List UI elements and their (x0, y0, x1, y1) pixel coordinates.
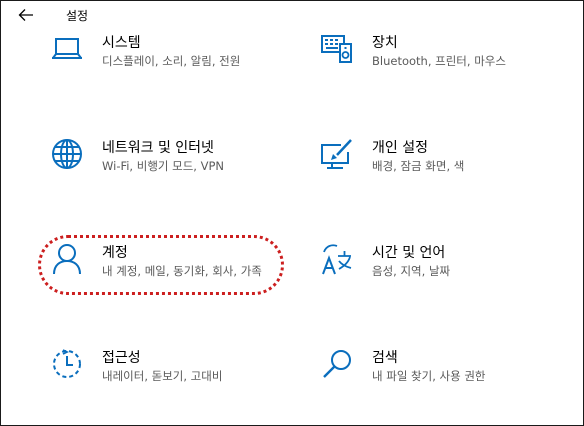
tile-description: 내 계정, 메일, 동기화, 회사, 가족 (102, 264, 262, 278)
tile-accounts[interactable]: 계정 내 계정, 메일, 동기화, 회사, 가족 (50, 242, 300, 312)
tile-name: 접근성 (102, 350, 141, 366)
tile-description: Bluetooth, 프린터, 마우스 (372, 54, 506, 68)
time-language-icon (320, 242, 354, 276)
tile-accessibility[interactable]: 접근성 내레이터, 돋보기, 고대비 (50, 347, 300, 417)
tile-name: 계정 (102, 245, 128, 261)
tile-devices[interactable]: 장치 Bluetooth, 프린터, 마우스 (320, 32, 570, 102)
tile-system[interactable]: 시스템 디스플레이, 소리, 알림, 전원 (50, 32, 300, 102)
tile-name: 장치 (372, 35, 398, 51)
title-bar: 설정 (0, 0, 584, 30)
tile-time-language[interactable]: 시간 및 언어 음성, 지역, 날짜 (320, 242, 570, 312)
tile-name: 검색 (372, 350, 398, 366)
tile-description: 내 파일 찾기, 사용 권한 (372, 369, 486, 383)
tile-description: 음성, 지역, 날짜 (372, 264, 451, 278)
account-icon (50, 242, 84, 276)
tile-description: 내레이터, 돋보기, 고대비 (102, 369, 223, 383)
tile-search[interactable]: 검색 내 파일 찾기, 사용 권한 (320, 347, 570, 417)
tile-description: Wi-Fi, 비행기 모드, VPN (102, 159, 225, 173)
back-button[interactable] (10, 3, 42, 27)
personalization-icon (320, 137, 354, 171)
tile-name: 개인 설정 (372, 140, 428, 156)
tile-personalization[interactable]: 개인 설정 배경, 잠금 화면, 색 (320, 137, 570, 207)
devices-icon (320, 32, 354, 66)
tile-description: 배경, 잠금 화면, 색 (372, 159, 465, 173)
tile-network[interactable]: 네트워크 및 인터넷 Wi-Fi, 비행기 모드, VPN (50, 137, 300, 207)
accessibility-icon (50, 347, 84, 381)
tile-description: 디스플레이, 소리, 알림, 전원 (102, 54, 241, 68)
tile-name: 네트워크 및 인터넷 (102, 140, 214, 156)
laptop-icon (50, 32, 84, 66)
search-icon (320, 347, 354, 381)
tile-name: 시간 및 언어 (372, 245, 446, 261)
window-title: 설정 (66, 9, 89, 23)
globe-icon (50, 137, 84, 171)
back-arrow-icon (18, 8, 34, 22)
tile-name: 시스템 (102, 35, 141, 51)
